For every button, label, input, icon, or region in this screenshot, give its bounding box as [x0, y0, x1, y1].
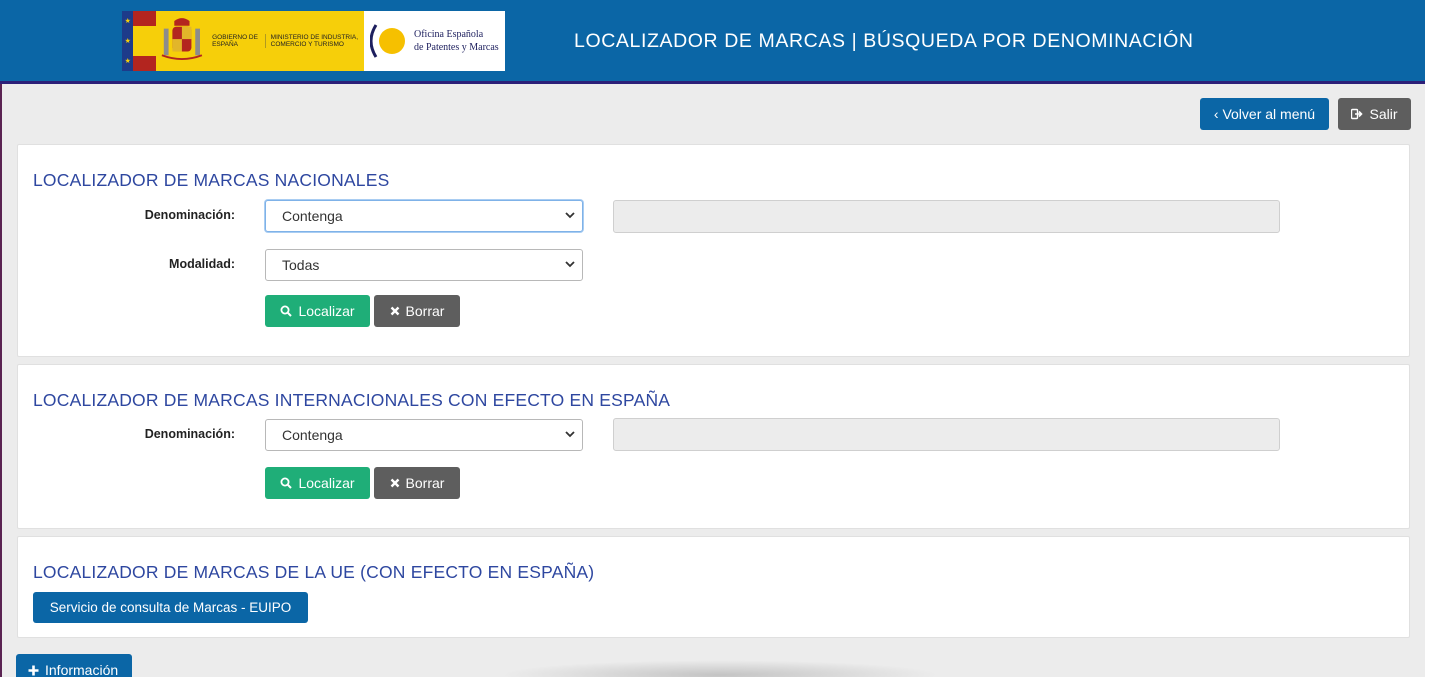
- international-search-button[interactable]: Localizar: [265, 467, 370, 499]
- chevron-down-icon: [565, 212, 575, 219]
- chevron-down-icon: [565, 431, 575, 438]
- exit-label: Salir: [1369, 106, 1398, 122]
- international-clear-label: Borrar: [405, 475, 445, 491]
- national-denominacion-value: Contenga: [282, 208, 343, 224]
- eu-stars: ★ ★ ★: [122, 11, 134, 71]
- national-title: LOCALIZADOR DE MARCAS NACIONALES: [33, 170, 390, 190]
- chevron-down-icon: [565, 261, 575, 268]
- international-denominacion-value: Contenga: [282, 427, 343, 443]
- spain-flag: [133, 11, 157, 71]
- euipo-service-button[interactable]: Servicio de consulta de Marcas - EUIPO: [33, 592, 308, 623]
- right-border: [1425, 0, 1430, 677]
- international-search-panel: LOCALIZADOR DE MARCAS INTERNACIONALES CO…: [17, 364, 1410, 529]
- international-denominacion-input[interactable]: [613, 418, 1280, 451]
- close-icon: [390, 478, 399, 488]
- international-clear-button[interactable]: Borrar: [374, 467, 460, 499]
- oepm-line1: Oficina Española: [414, 29, 484, 40]
- oepm-logo: Oficina Española de Patentes y Marcas: [364, 11, 505, 71]
- page-header: ★ ★ ★ Gobierno de España Ministerio de Ind…: [0, 0, 1425, 84]
- eu-search-panel: LOCALIZADOR DE MARCAS DE LA UE (CON EFEC…: [17, 536, 1410, 638]
- gobierno-text: Gobierno de España: [212, 34, 266, 48]
- search-icon: [280, 477, 293, 489]
- search-icon: [280, 305, 293, 317]
- back-to-menu-label: ‹ Volver al menú: [1213, 106, 1316, 122]
- national-modalidad-label: Modalidad:: [169, 257, 235, 271]
- government-logo: ★ ★ ★ Gobierno de España Ministerio de Ind…: [122, 11, 505, 71]
- national-denominacion-input[interactable]: [613, 200, 1280, 233]
- national-clear-label: Borrar: [405, 303, 445, 319]
- exit-icon: [1351, 108, 1364, 120]
- international-denominacion-label: Denominación:: [144, 427, 235, 441]
- national-clear-button[interactable]: Borrar: [374, 295, 460, 327]
- plus-icon: [28, 665, 39, 675]
- exit-button[interactable]: Salir: [1338, 98, 1411, 130]
- euipo-service-label: Servicio de consulta de Marcas - EUIPO: [49, 600, 292, 615]
- information-label: Información: [45, 662, 119, 677]
- bottom-shadow: [500, 660, 940, 677]
- back-to-menu-button[interactable]: ‹ Volver al menú: [1200, 98, 1329, 130]
- ministry-text: Ministerio de Industria, Comercio y Turi…: [270, 34, 359, 48]
- eu-title: LOCALIZADOR DE MARCAS DE LA UE (CON EFEC…: [33, 562, 595, 582]
- national-denominacion-select[interactable]: Contenga: [265, 200, 583, 232]
- oepm-sun-icon: [370, 21, 410, 61]
- oepm-line2: de Patentes y Marcas: [414, 42, 499, 53]
- international-search-label: Localizar: [298, 475, 355, 491]
- national-modalidad-value: Todas: [282, 257, 320, 273]
- national-modalidad-select[interactable]: Todas: [265, 249, 583, 281]
- left-border: [0, 84, 2, 677]
- oepm-text: Oficina Española de Patentes y Marcas: [414, 28, 499, 54]
- national-search-label: Localizar: [298, 303, 355, 319]
- gobierno-logo: ★ ★ ★ Gobierno de España Ministerio de Ind…: [122, 11, 364, 71]
- close-icon: [390, 306, 399, 316]
- international-denominacion-select[interactable]: Contenga: [265, 419, 583, 451]
- coat-of-arms-icon: [161, 18, 203, 61]
- page-title: LOCALIZADOR DE MARCAS | BÚSQUEDA POR DEN…: [574, 30, 1194, 52]
- information-button[interactable]: Información: [16, 654, 132, 677]
- national-search-panel: LOCALIZADOR DE MARCAS NACIONALES Denomin…: [17, 144, 1410, 357]
- national-denominacion-label: Denominación:: [144, 208, 235, 222]
- international-title: LOCALIZADOR DE MARCAS INTERNACIONALES CO…: [33, 390, 671, 410]
- national-search-button[interactable]: Localizar: [265, 295, 370, 327]
